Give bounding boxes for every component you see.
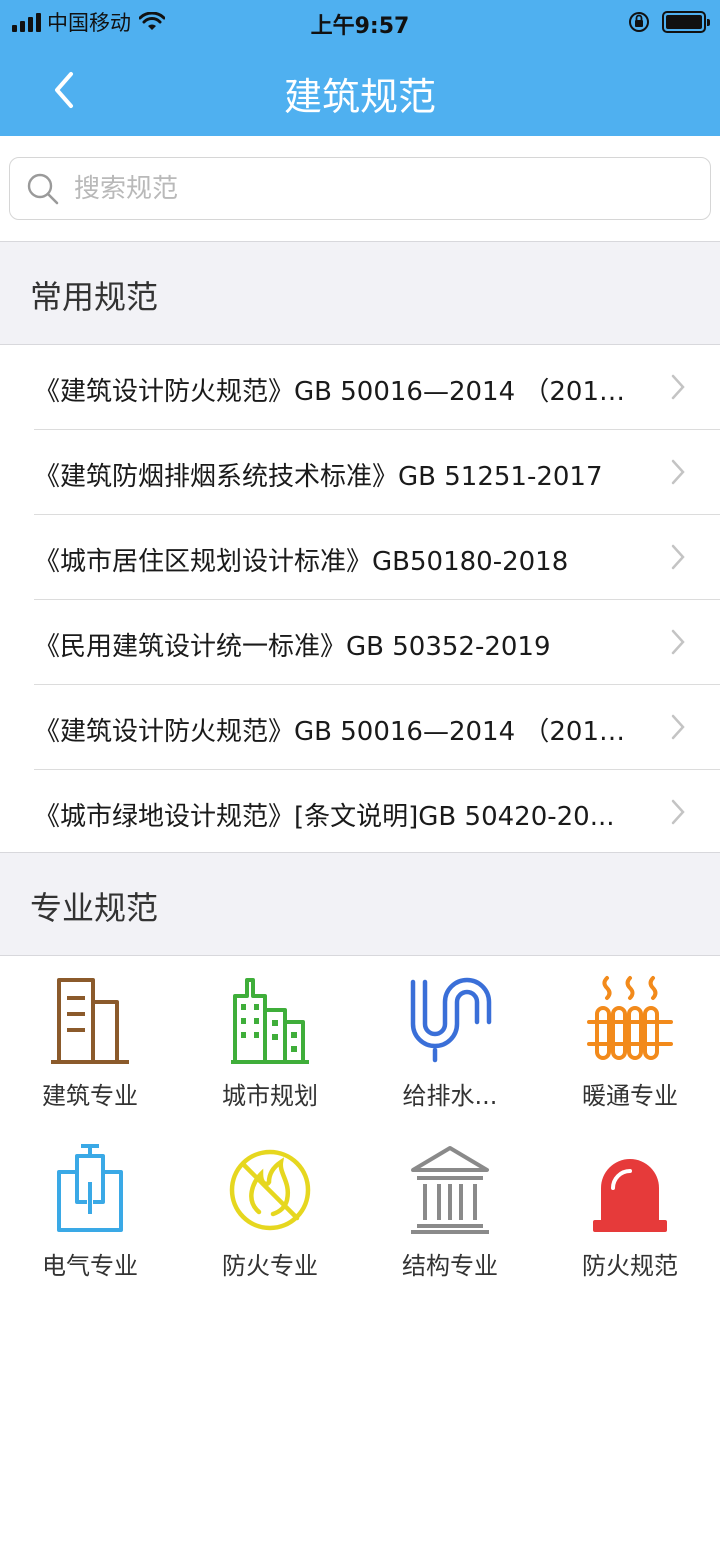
category-urban-planning[interactable]: 城市规划 — [180, 956, 360, 1116]
chevron-right-icon — [671, 544, 685, 570]
category-fire-code[interactable]: 防火规范 — [540, 1126, 720, 1286]
building-icon — [51, 978, 129, 1064]
section-header-common: 常用规范 — [0, 241, 720, 345]
category-electrical[interactable]: 电气专业 — [0, 1126, 180, 1286]
category-label: 防火规范 — [582, 1252, 678, 1280]
category-hvac[interactable]: 暖通专业 — [540, 956, 720, 1116]
search-box[interactable] — [9, 157, 711, 220]
category-label: 结构专业 — [402, 1252, 498, 1280]
category-label: 给排水... — [402, 1082, 498, 1110]
chevron-right-icon — [671, 629, 685, 655]
chevron-right-icon — [671, 799, 685, 825]
nav-bar: 建筑规范 — [0, 44, 720, 136]
section-header-professional: 专业规范 — [0, 852, 720, 956]
radiator-icon — [587, 976, 673, 1060]
list-item-label: 《民用建筑设计统一标准》GB 50352-2019 — [34, 632, 551, 662]
chevron-right-icon — [671, 374, 685, 400]
category-fire-protection[interactable]: 防火专业 — [180, 1126, 360, 1286]
category-label: 暖通专业 — [582, 1082, 678, 1110]
common-standards-list: 《建筑设计防火规范》GB 50016—2014 （2018... 《建筑防烟排烟… — [0, 345, 720, 855]
list-item-label: 《城市绿地设计规范》[条文说明]GB 50420-20... — [34, 802, 615, 832]
category-label: 建筑专业 — [42, 1082, 138, 1110]
list-item[interactable]: 《建筑设计防火规范》GB 50016—2014 （2018... — [0, 345, 720, 430]
list-item[interactable]: 《城市绿地设计规范》[条文说明]GB 50420-20... — [0, 770, 720, 855]
status-time: 上午9:57 — [310, 14, 410, 39]
category-plumbing[interactable]: 给排水... — [360, 956, 540, 1116]
list-item-label: 《建筑设计防火规范》GB 50016—2014 （2018... — [34, 717, 634, 747]
electric-icon — [57, 1144, 123, 1232]
search-input[interactable] — [74, 173, 674, 204]
pipe-icon — [410, 977, 492, 1063]
category-label: 城市规划 — [222, 1082, 318, 1110]
section-title-professional: 专业规范 — [30, 889, 159, 927]
list-item-label: 《建筑设计防火规范》GB 50016—2014 （2018... — [34, 377, 634, 407]
section-title-common: 常用规范 — [30, 278, 159, 316]
chevron-right-icon — [671, 714, 685, 740]
category-architecture[interactable]: 建筑专业 — [0, 956, 180, 1116]
search-icon — [27, 173, 59, 204]
columns-icon — [411, 1146, 489, 1234]
list-item-label: 《建筑防烟排烟系统技术标准》GB 51251-2017 — [34, 462, 603, 492]
city-icon — [231, 978, 309, 1064]
list-item[interactable]: 《建筑设计防火规范》GB 50016—2014 （2018... — [0, 685, 720, 770]
status-bar: 中国移动 上午9:57 — [0, 0, 720, 44]
no-fire-icon — [229, 1149, 311, 1231]
category-structure[interactable]: 结构专业 — [360, 1126, 540, 1286]
category-label: 电气专业 — [42, 1252, 138, 1280]
page-title: 建筑规范 — [283, 75, 436, 119]
list-item-label: 《城市居住区规划设计标准》GB50180-2018 — [34, 547, 569, 577]
list-item[interactable]: 《民用建筑设计统一标准》GB 50352-2019 — [0, 600, 720, 685]
battery-icon — [662, 11, 710, 33]
search-area — [0, 136, 720, 242]
category-label: 防火专业 — [222, 1252, 318, 1280]
list-item[interactable]: 《城市居住区规划设计标准》GB50180-2018 — [0, 515, 720, 600]
top-bar: 中国移动 上午9:57 建筑规范 — [0, 0, 720, 136]
orientation-lock-icon — [629, 12, 649, 32]
chevron-right-icon — [671, 459, 685, 485]
list-item[interactable]: 《建筑防烟排烟系统技术标准》GB 51251-2017 — [0, 430, 720, 515]
alarm-light-icon — [593, 1159, 667, 1232]
